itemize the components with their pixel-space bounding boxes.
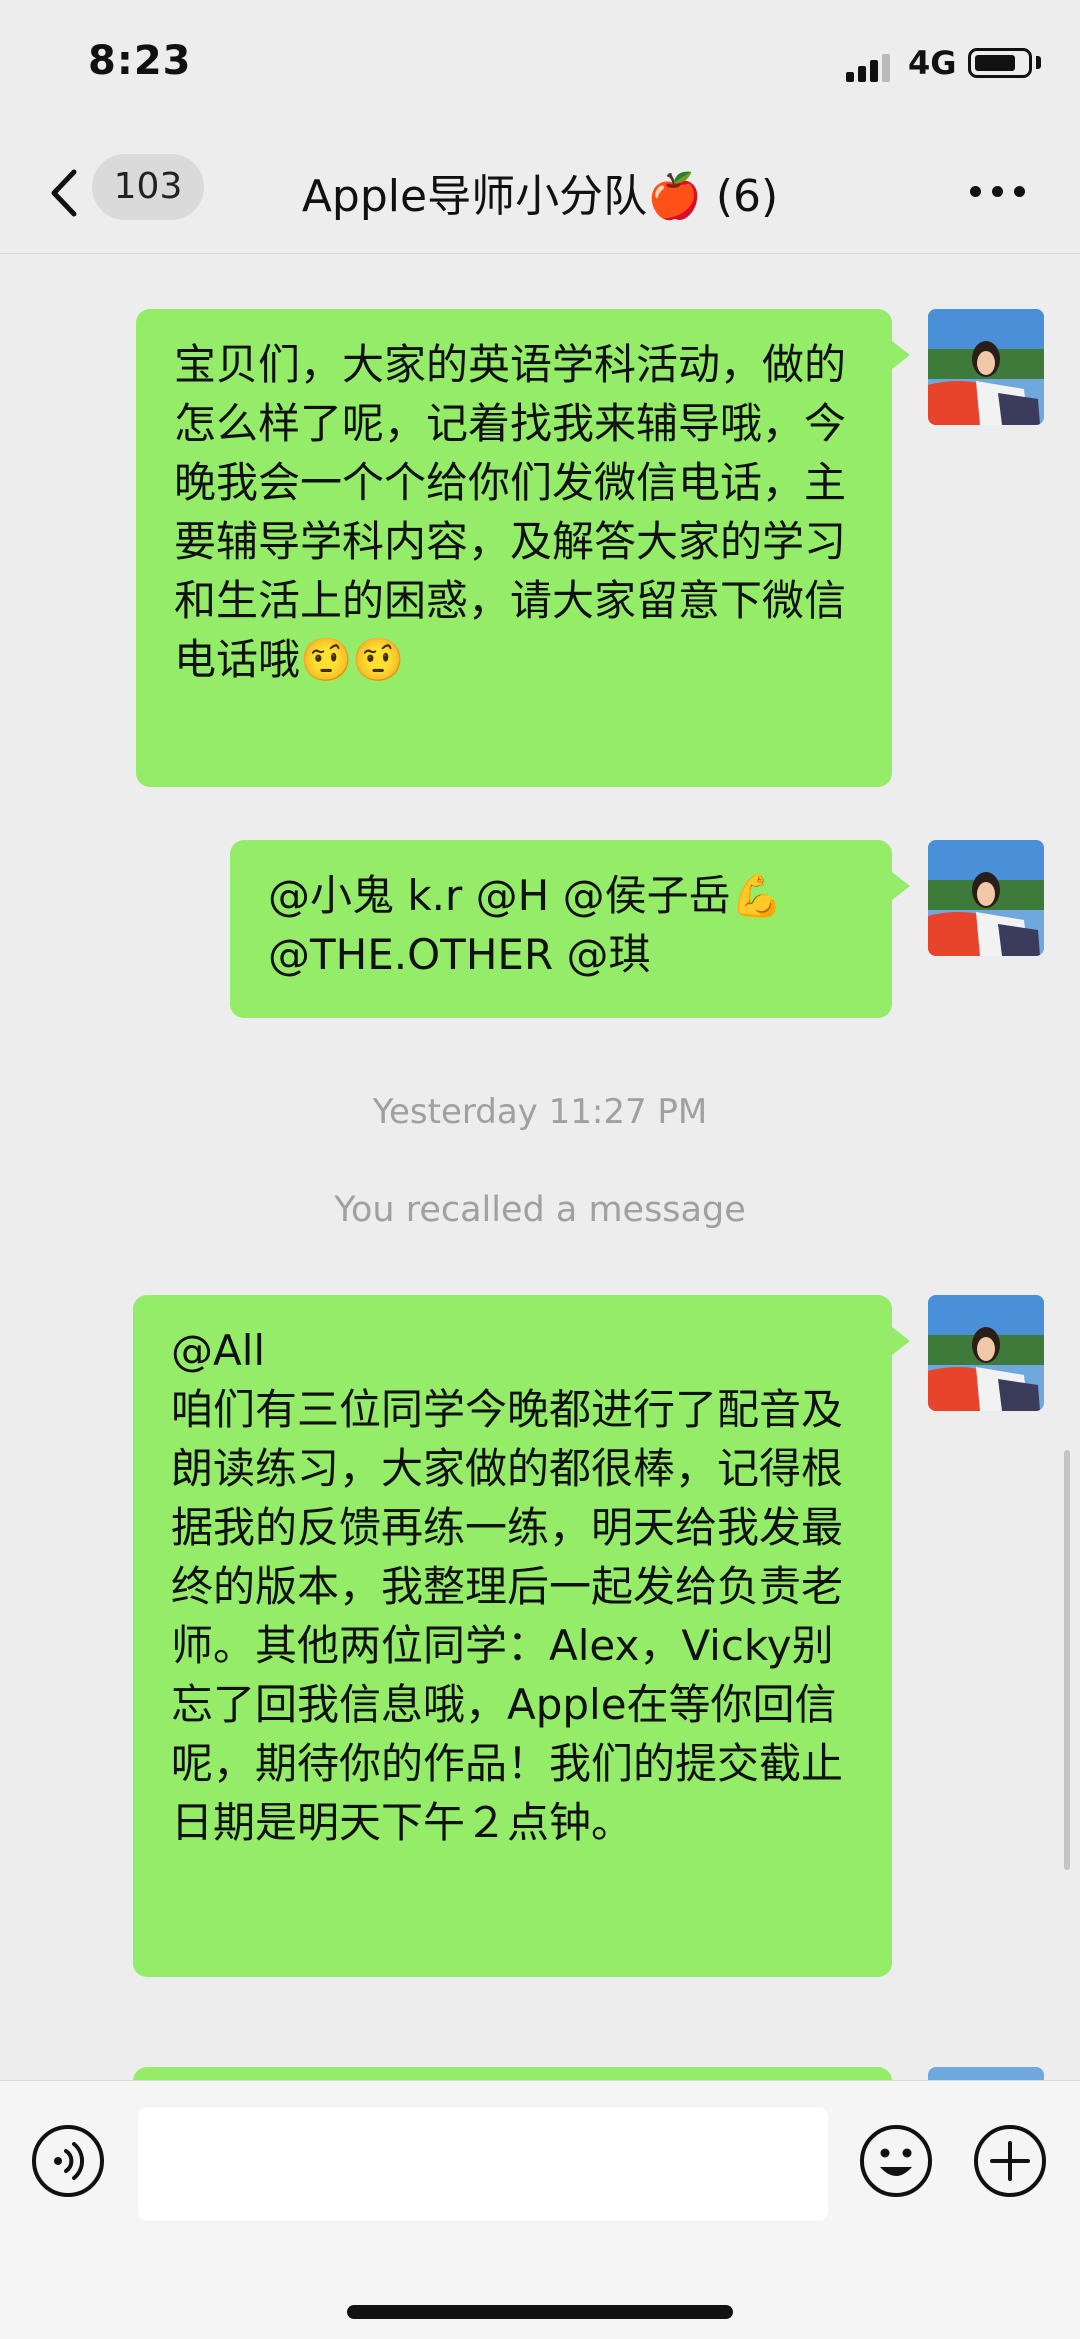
avatar[interactable] [928, 840, 1044, 956]
more-functions-plus-icon[interactable] [972, 2123, 1048, 2199]
avatar[interactable] [928, 1295, 1044, 1411]
battery-icon [968, 48, 1032, 78]
status-bar: 8:23 4G [0, 0, 1080, 130]
avatar[interactable] [928, 309, 1044, 425]
recall-notice: You recalled a message [334, 1190, 746, 1230]
message-input[interactable] [138, 2107, 828, 2221]
message-bubble-partial[interactable] [133, 2067, 892, 2080]
input-bar [0, 2080, 1080, 2339]
chat-header: 103 Apple导师小分队🍎 (6) [0, 130, 1080, 254]
emoji-icon[interactable] [858, 2123, 934, 2199]
more-options-icon[interactable] [970, 186, 1026, 198]
unread-count-badge[interactable]: 103 [92, 154, 204, 220]
scrollbar[interactable] [1064, 1450, 1070, 1870]
timestamp-label: Yesterday 11:27 PM [372, 1092, 708, 1132]
message-bubble[interactable]: @All 咱们有三位同学今晚都进行了配音及朗读练习，大家做的都很棒，记得根据我的… [133, 1295, 910, 1977]
voice-input-icon[interactable] [30, 2123, 106, 2199]
avatar[interactable] [928, 2067, 1044, 2080]
signal-icon [846, 50, 896, 82]
battery-cap [1036, 56, 1041, 69]
message-list[interactable]: 宝贝们，大家的英语学科活动，做的怎么样了呢，记着找我来辅导哦，今晚我会一个个给你… [0, 254, 1080, 2080]
message-bubble[interactable]: 宝贝们，大家的英语学科活动，做的怎么样了呢，记着找我来辅导哦，今晚我会一个个给你… [136, 309, 910, 787]
message-bubble[interactable]: @小鬼 k.r @H @侯子岳💪 @THE.OTHER @琪 [230, 840, 910, 1018]
status-time: 8:23 [88, 38, 192, 84]
chat-title: Apple导师小分队🍎 (6) [301, 171, 779, 222]
back-chevron-icon[interactable] [44, 168, 88, 218]
home-indicator[interactable] [347, 2305, 733, 2319]
network-label: 4G [908, 44, 957, 82]
